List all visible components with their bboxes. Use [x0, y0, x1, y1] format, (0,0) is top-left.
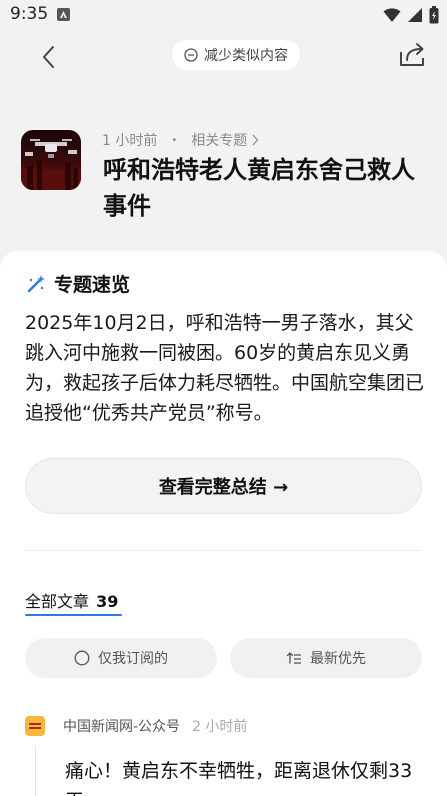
- chevron-right-icon: [252, 134, 259, 146]
- divider: [25, 550, 422, 551]
- view-full-summary-button[interactable]: 查看完整总结 →: [25, 458, 422, 514]
- magic-wand-icon: [27, 274, 45, 292]
- tab-all-articles-count: 39: [96, 592, 119, 611]
- meta-separator: •: [171, 134, 178, 146]
- sort-icon: [286, 652, 301, 664]
- related-topic-link[interactable]: 相关专题: [191, 130, 259, 150]
- tab-active-indicator: [25, 614, 122, 616]
- battery-icon: [429, 6, 439, 24]
- tab-all-articles-label: 全部文章: [25, 592, 90, 611]
- status-bar: 9:35: [0, 0, 447, 32]
- reduce-similar-label: 减少类似内容: [204, 48, 288, 64]
- article-time: 2 小时前: [192, 719, 248, 735]
- filter-subscribed-label: 仅我订阅的: [98, 651, 168, 667]
- topic-meta: 1 小时前 • 相关专题: [102, 130, 259, 150]
- article-source-name: 中国新闻网-公众号: [63, 719, 181, 735]
- minus-circle-icon: [184, 48, 198, 62]
- status-icons: [383, 6, 439, 24]
- article-title[interactable]: 痛心！黄启东不幸牺牲，距离退休仅剩33天: [65, 756, 427, 796]
- overview-heading-label: 专题速览: [54, 274, 131, 296]
- status-time: 9:35: [10, 4, 49, 24]
- back-button[interactable]: [34, 42, 64, 72]
- filter-subscribed-only-button[interactable]: 仅我订阅的: [25, 638, 217, 678]
- related-topic-label: 相关专题: [191, 133, 248, 149]
- filter-newest-label: 最新优先: [310, 651, 366, 667]
- wifi-icon: [383, 8, 401, 22]
- topic-time: 1 小时前: [102, 133, 158, 149]
- topic-title: 呼和浩特老人黄启东舍己救人事件: [103, 156, 415, 220]
- source-logo-icon: [25, 716, 45, 736]
- overview-heading: 专题速览: [26, 270, 130, 297]
- notification-a-icon: [57, 8, 70, 21]
- chevron-left-icon: [43, 46, 54, 68]
- top-nav: 减少类似内容: [0, 34, 447, 78]
- radio-circle-icon: [74, 650, 90, 666]
- reduce-similar-button[interactable]: 减少类似内容: [172, 40, 300, 70]
- tab-all-articles[interactable]: 全部文章 39: [25, 588, 118, 612]
- share-icon: [400, 43, 424, 66]
- timeline-line: [35, 746, 36, 796]
- article-source-row[interactable]: 中国新闻网-公众号 2 小时前: [25, 716, 247, 736]
- signal-icon: [408, 8, 422, 22]
- filter-newest-first-button[interactable]: 最新优先: [230, 638, 422, 678]
- share-button[interactable]: [397, 40, 427, 70]
- overview-text: 2025年10月2日，呼和浩特一男子落水，其父跳入河中施救一同被困。60岁的黄启…: [25, 312, 425, 424]
- drone-illustration-icon: [21, 139, 81, 190]
- topic-thumbnail: [21, 130, 81, 190]
